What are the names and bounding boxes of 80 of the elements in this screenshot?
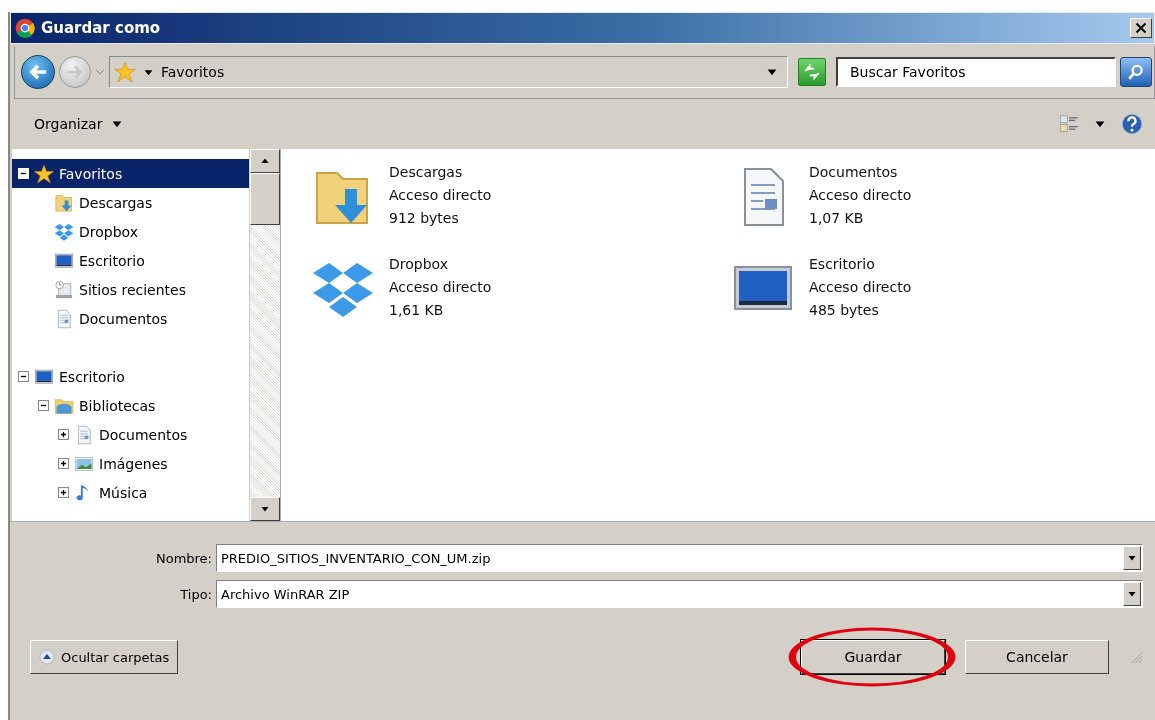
refresh-button[interactable]: [798, 58, 826, 86]
dropbox-icon: [54, 221, 74, 242]
tree-item[interactable]: Bibliotecas: [12, 391, 249, 420]
file-size: 912 bytes: [389, 209, 460, 228]
combo-box[interactable]: PREDIO_SITIOS_INVENTARIO_CON_UM.zip: [216, 544, 1143, 572]
view-list-icon: [1059, 114, 1079, 134]
tree-item[interactable]: Escritorio: [12, 362, 249, 391]
search-button[interactable]: [1120, 57, 1152, 87]
file-name[interactable]: Descargas: [389, 161, 492, 184]
up-arrow-icon: [261, 157, 269, 165]
scroll-up-button[interactable]: [250, 149, 280, 173]
plus-icon: [60, 489, 67, 496]
file-size: 1,07 KB: [809, 209, 865, 228]
organize-menu[interactable]: Organizar: [30, 112, 127, 136]
file-type: Acceso directo: [389, 278, 492, 297]
hide-folders-button[interactable]: Ocultar carpetas: [30, 640, 179, 674]
expand-toggle[interactable]: [58, 458, 69, 469]
monitor-icon: [34, 366, 54, 387]
star-icon: [34, 163, 54, 184]
close-button[interactable]: [1130, 18, 1152, 38]
cancel-button[interactable]: Cancelar: [965, 640, 1109, 674]
history-caret-icon: [95, 67, 105, 77]
tree-item[interactable]: Favoritos: [12, 159, 249, 188]
clock-document-icon: [54, 279, 74, 300]
file-name[interactable]: Escritorio: [809, 253, 912, 276]
file-type: Acceso directo: [809, 278, 912, 297]
plus-icon: [60, 431, 67, 438]
scrollbar[interactable]: [249, 149, 280, 521]
caret-icon: [144, 67, 153, 77]
close-icon: [1135, 22, 1147, 34]
save-button[interactable]: Guardar: [801, 640, 945, 674]
folder-download-icon: [54, 192, 74, 213]
search-icon: [1127, 63, 1145, 81]
window-title: Guardar como: [41, 19, 161, 37]
star-icon: [114, 61, 136, 83]
file-name[interactable]: Documentos: [809, 161, 912, 184]
caret-icon: [112, 119, 123, 129]
file-type: Acceso directo: [389, 186, 492, 205]
file-size: 1,61 KB: [389, 301, 445, 320]
file-size: 485 bytes: [809, 301, 880, 320]
tree-item[interactable]: Imágenes: [12, 449, 249, 478]
minus-icon: [20, 373, 27, 380]
scroll-thumb[interactable]: [250, 173, 280, 225]
resize-grip-icon: [1129, 650, 1143, 664]
caret-icon: [767, 67, 777, 77]
file-name[interactable]: Dropbox: [389, 253, 492, 276]
monitor-icon: [54, 250, 74, 271]
tree-item[interactable]: Sitios recientes: [12, 275, 249, 304]
help-icon: [1121, 113, 1143, 135]
tree-item[interactable]: Música: [12, 478, 249, 507]
breadcrumb-item[interactable]: Favoritos: [161, 64, 225, 80]
tree-item[interactable]: Descargas: [12, 188, 249, 217]
scroll-down-button[interactable]: [250, 497, 280, 521]
back-button[interactable]: [21, 55, 55, 89]
caret-icon: [1095, 119, 1105, 129]
dropdown-button[interactable]: [1123, 582, 1141, 606]
collapse-toggle[interactable]: [18, 371, 29, 382]
caret-icon: [1128, 554, 1136, 562]
tree-item[interactable]: Dropbox: [12, 217, 249, 246]
search-field[interactable]: Buscar Favoritos: [836, 57, 1116, 87]
file-type: Acceso directo: [809, 186, 912, 205]
help-button[interactable]: [1119, 111, 1145, 137]
minus-icon: [20, 170, 27, 177]
browser-logo-icon: [15, 18, 35, 38]
address-bar[interactable]: Favoritos: [109, 56, 788, 88]
collapse-toggle[interactable]: [38, 400, 49, 411]
down-arrow-icon: [261, 505, 269, 513]
refresh-arrows-icon: [803, 63, 821, 81]
tree-item[interactable]: Documentos: [12, 420, 249, 449]
tree-item[interactable]: Escritorio: [12, 246, 249, 275]
expand-toggle[interactable]: [58, 487, 69, 498]
caret-icon: [1128, 590, 1136, 598]
minus-icon: [40, 402, 47, 409]
field-label: Nombre:: [154, 550, 212, 566]
tree-item[interactable]: Documentos: [12, 304, 249, 333]
plus-icon: [60, 460, 67, 467]
expand-toggle[interactable]: [58, 429, 69, 440]
combo-box[interactable]: Archivo WinRAR ZIP: [216, 580, 1143, 608]
field-label: Tipo:: [179, 586, 212, 602]
dropdown-button[interactable]: [1123, 546, 1141, 570]
